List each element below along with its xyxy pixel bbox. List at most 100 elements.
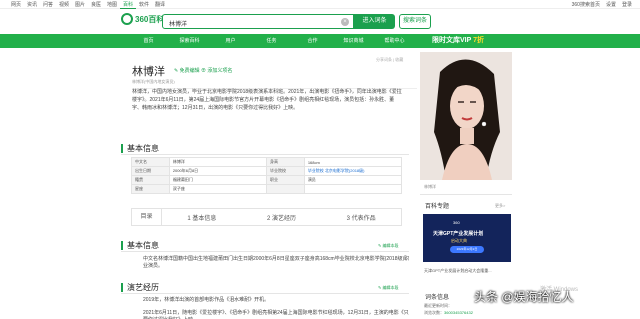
section-career-heading: 演艺经历: [121, 282, 159, 293]
search-entry-button[interactable]: 搜索词条: [399, 14, 431, 29]
table-row: 星座 双子座: [131, 184, 403, 194]
main-nav-item[interactable]: 合作: [292, 34, 333, 48]
logo-icon: [121, 13, 133, 25]
table-row: 中文名 林博洋 身高 168cm: [131, 157, 403, 167]
watermark: 头条 @娱海拾忆人: [474, 290, 574, 304]
entry-photo[interactable]: [420, 52, 512, 180]
section-basic-text: 中文名林博洋国籍中国出生地福建莆田门出生日期2000年6月8日星座双子座身高16…: [143, 256, 410, 269]
table-key: [265, 184, 305, 194]
clear-icon[interactable]: ×: [341, 18, 349, 26]
add-meaning-label: 添加义项名: [207, 68, 233, 74]
vip-text: 限时文库VIP: [432, 37, 472, 44]
portrait-image: [420, 52, 512, 180]
add-meaning-link[interactable]: ⊕ 添加义项名: [201, 67, 232, 74]
table-of-contents: 目录 1 基本信息 2 演艺经历 3 代表作品: [131, 208, 402, 226]
top-nav: 网页 资讯 问答 视频 图片 良医 地图 百科 软件 翻译 360搜索首页 设置 登录: [0, 0, 640, 9]
logo-text: 360百科: [135, 14, 165, 24]
section-career-title: 演艺经历: [127, 283, 159, 292]
entry-stats: 最近更新时间： 浏览次数：3600345376432: [424, 302, 473, 316]
main-nav-item[interactable]: 帮助中心: [374, 34, 415, 48]
topic-banner[interactable]: 360 天津GPT产业发展计划 启动大典 2023年12月2日: [423, 214, 511, 262]
table-value: [303, 184, 403, 194]
site-logo[interactable]: 360百科: [121, 13, 164, 25]
top-nav-links: 网页 资讯 问答 视频 图片 良医 地图 百科 软件 翻译: [8, 1, 168, 9]
stats-views-label: 浏览次数：: [424, 310, 444, 315]
table-key: 中文名: [131, 157, 170, 167]
top-nav-right-link[interactable]: 360搜索首页: [572, 1, 600, 8]
toc-item-3[interactable]: 3 代表作品: [321, 213, 401, 222]
special-topic-more-link[interactable]: 更多>: [495, 203, 505, 209]
divider: [121, 251, 409, 252]
table-value: 福建莆田门: [168, 175, 267, 185]
section-basic-title: 基本信息: [127, 241, 159, 250]
table-key: 出生日期: [131, 166, 170, 176]
table-value: 林博洋: [168, 157, 267, 167]
banner-logo: 360: [453, 220, 460, 225]
top-nav-link[interactable]: 网页: [8, 1, 24, 9]
top-nav-link[interactable]: 资讯: [24, 1, 40, 9]
special-topic-title: 百科专题: [425, 204, 450, 210]
banner-subtitle: 启动大典: [451, 238, 467, 243]
table-key: 毕业院校: [265, 166, 305, 176]
table-key: 籍贯: [131, 175, 170, 185]
toc-item-1[interactable]: 1 基本信息: [162, 213, 242, 222]
top-nav-link[interactable]: 视频: [56, 1, 72, 9]
top-nav-link[interactable]: 地图: [104, 1, 120, 9]
top-nav-link[interactable]: 良医: [88, 1, 104, 9]
banner-date: 2023年12月2日: [450, 246, 484, 253]
edit-label: 编辑本段: [382, 243, 399, 248]
top-nav-right: 360搜索首页 设置 登录: [572, 1, 632, 8]
section-bar: [121, 283, 123, 292]
basic-info-table: 中文名 林博洋 身高 168cm 出生日期 2000年6月8日 毕业院校 毕业院校 北京电影学…: [131, 157, 403, 194]
top-nav-link[interactable]: 图片: [72, 1, 88, 9]
top-nav-right-link[interactable]: 设置: [606, 1, 616, 8]
stats-views-value: 3600345376432: [444, 310, 473, 315]
top-nav-right-link[interactable]: 登录: [622, 1, 632, 8]
table-value: 毕业院校 北京电影学院(2018级): [303, 166, 403, 176]
stats-update: 最近更新时间：: [424, 303, 452, 308]
search-input[interactable]: 林博洋 ×: [162, 14, 354, 29]
search-value: 林博洋: [169, 22, 188, 28]
toc-label: 目录: [132, 209, 162, 225]
top-nav-link[interactable]: 百科: [120, 1, 136, 9]
free-edit-label: 免费编辑: [179, 68, 200, 74]
share-collect[interactable]: 分享词条 | 收藏: [376, 57, 403, 63]
banner-caption[interactable]: 天津GPT产业发展计划启动大会隆重...: [424, 268, 492, 274]
table-key: 职业: [265, 175, 305, 185]
main-nav-item[interactable]: 用户: [210, 34, 251, 48]
main-nav-item[interactable]: 探索百科: [169, 34, 210, 48]
entry-title: 林博洋: [132, 66, 165, 78]
basic-info-title: 基本信息: [127, 144, 159, 153]
main-nav-item[interactable]: 知识商城: [333, 34, 374, 48]
edit-label: 编辑本段: [382, 285, 399, 290]
table-value: 168cm: [303, 157, 403, 167]
section-bar: [121, 241, 123, 250]
table-key: 星座: [131, 184, 170, 194]
free-edit-link[interactable]: ✎ 免费编辑: [174, 67, 200, 74]
divider: [121, 293, 409, 294]
banner-title: 天津GPT产业发展计划: [433, 231, 484, 237]
main-nav-item[interactable]: 首页: [128, 34, 169, 48]
basic-info-heading: 基本信息: [121, 143, 159, 154]
vip-discount: 7折: [473, 37, 485, 44]
table-row: 出生日期 2000年6月8日 毕业院校 毕业院校 北京电影学院(2018级): [131, 166, 403, 176]
entry-summary: 林博洋，中国内地女演员，毕业于北京电影学院2018级表演系本科班。2021年，出…: [132, 89, 402, 111]
edit-section-career-link[interactable]: ✎ 编辑本段: [378, 285, 398, 291]
edit-section-basic-link[interactable]: ✎ 编辑本段: [378, 243, 398, 249]
main-nav: 首页 探索百科 用户 任务 合作 知识商城 帮助中心 限时文库VIP 7折: [0, 34, 640, 48]
table-key: 身高: [265, 157, 305, 167]
toc-item-2[interactable]: 2 演艺经历: [242, 213, 322, 222]
career-text-2: 2021年6月11日，随电影《爱拉楼宇》、《扭命手》剧组亮相第24届上海国际电影…: [143, 310, 409, 319]
top-nav-link[interactable]: 软件: [136, 1, 152, 9]
enter-entry-button[interactable]: 进入词条: [354, 14, 395, 29]
section-bar: [121, 144, 123, 153]
main-nav-item[interactable]: 任务: [251, 34, 292, 48]
photo-caption: 林博洋: [424, 184, 436, 189]
table-value: 双子座: [168, 184, 267, 194]
top-nav-link[interactable]: 问答: [40, 1, 56, 9]
vip-promo[interactable]: 限时文库VIP 7折: [432, 35, 484, 47]
table-value: 演员: [303, 175, 403, 185]
entry-stats-title: 词条信息: [425, 295, 450, 301]
main-nav-items: 首页 探索百科 用户 任务 合作 知识商城 帮助中心: [128, 34, 415, 48]
top-nav-link[interactable]: 翻译: [152, 1, 168, 9]
